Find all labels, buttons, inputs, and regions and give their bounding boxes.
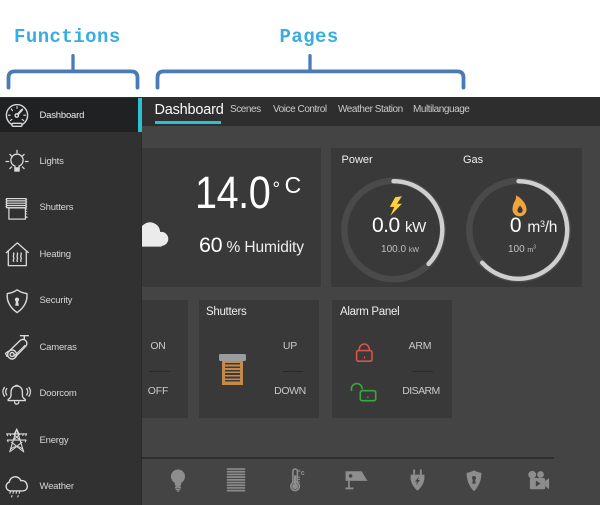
svg-text:°c: °c — [298, 469, 305, 477]
